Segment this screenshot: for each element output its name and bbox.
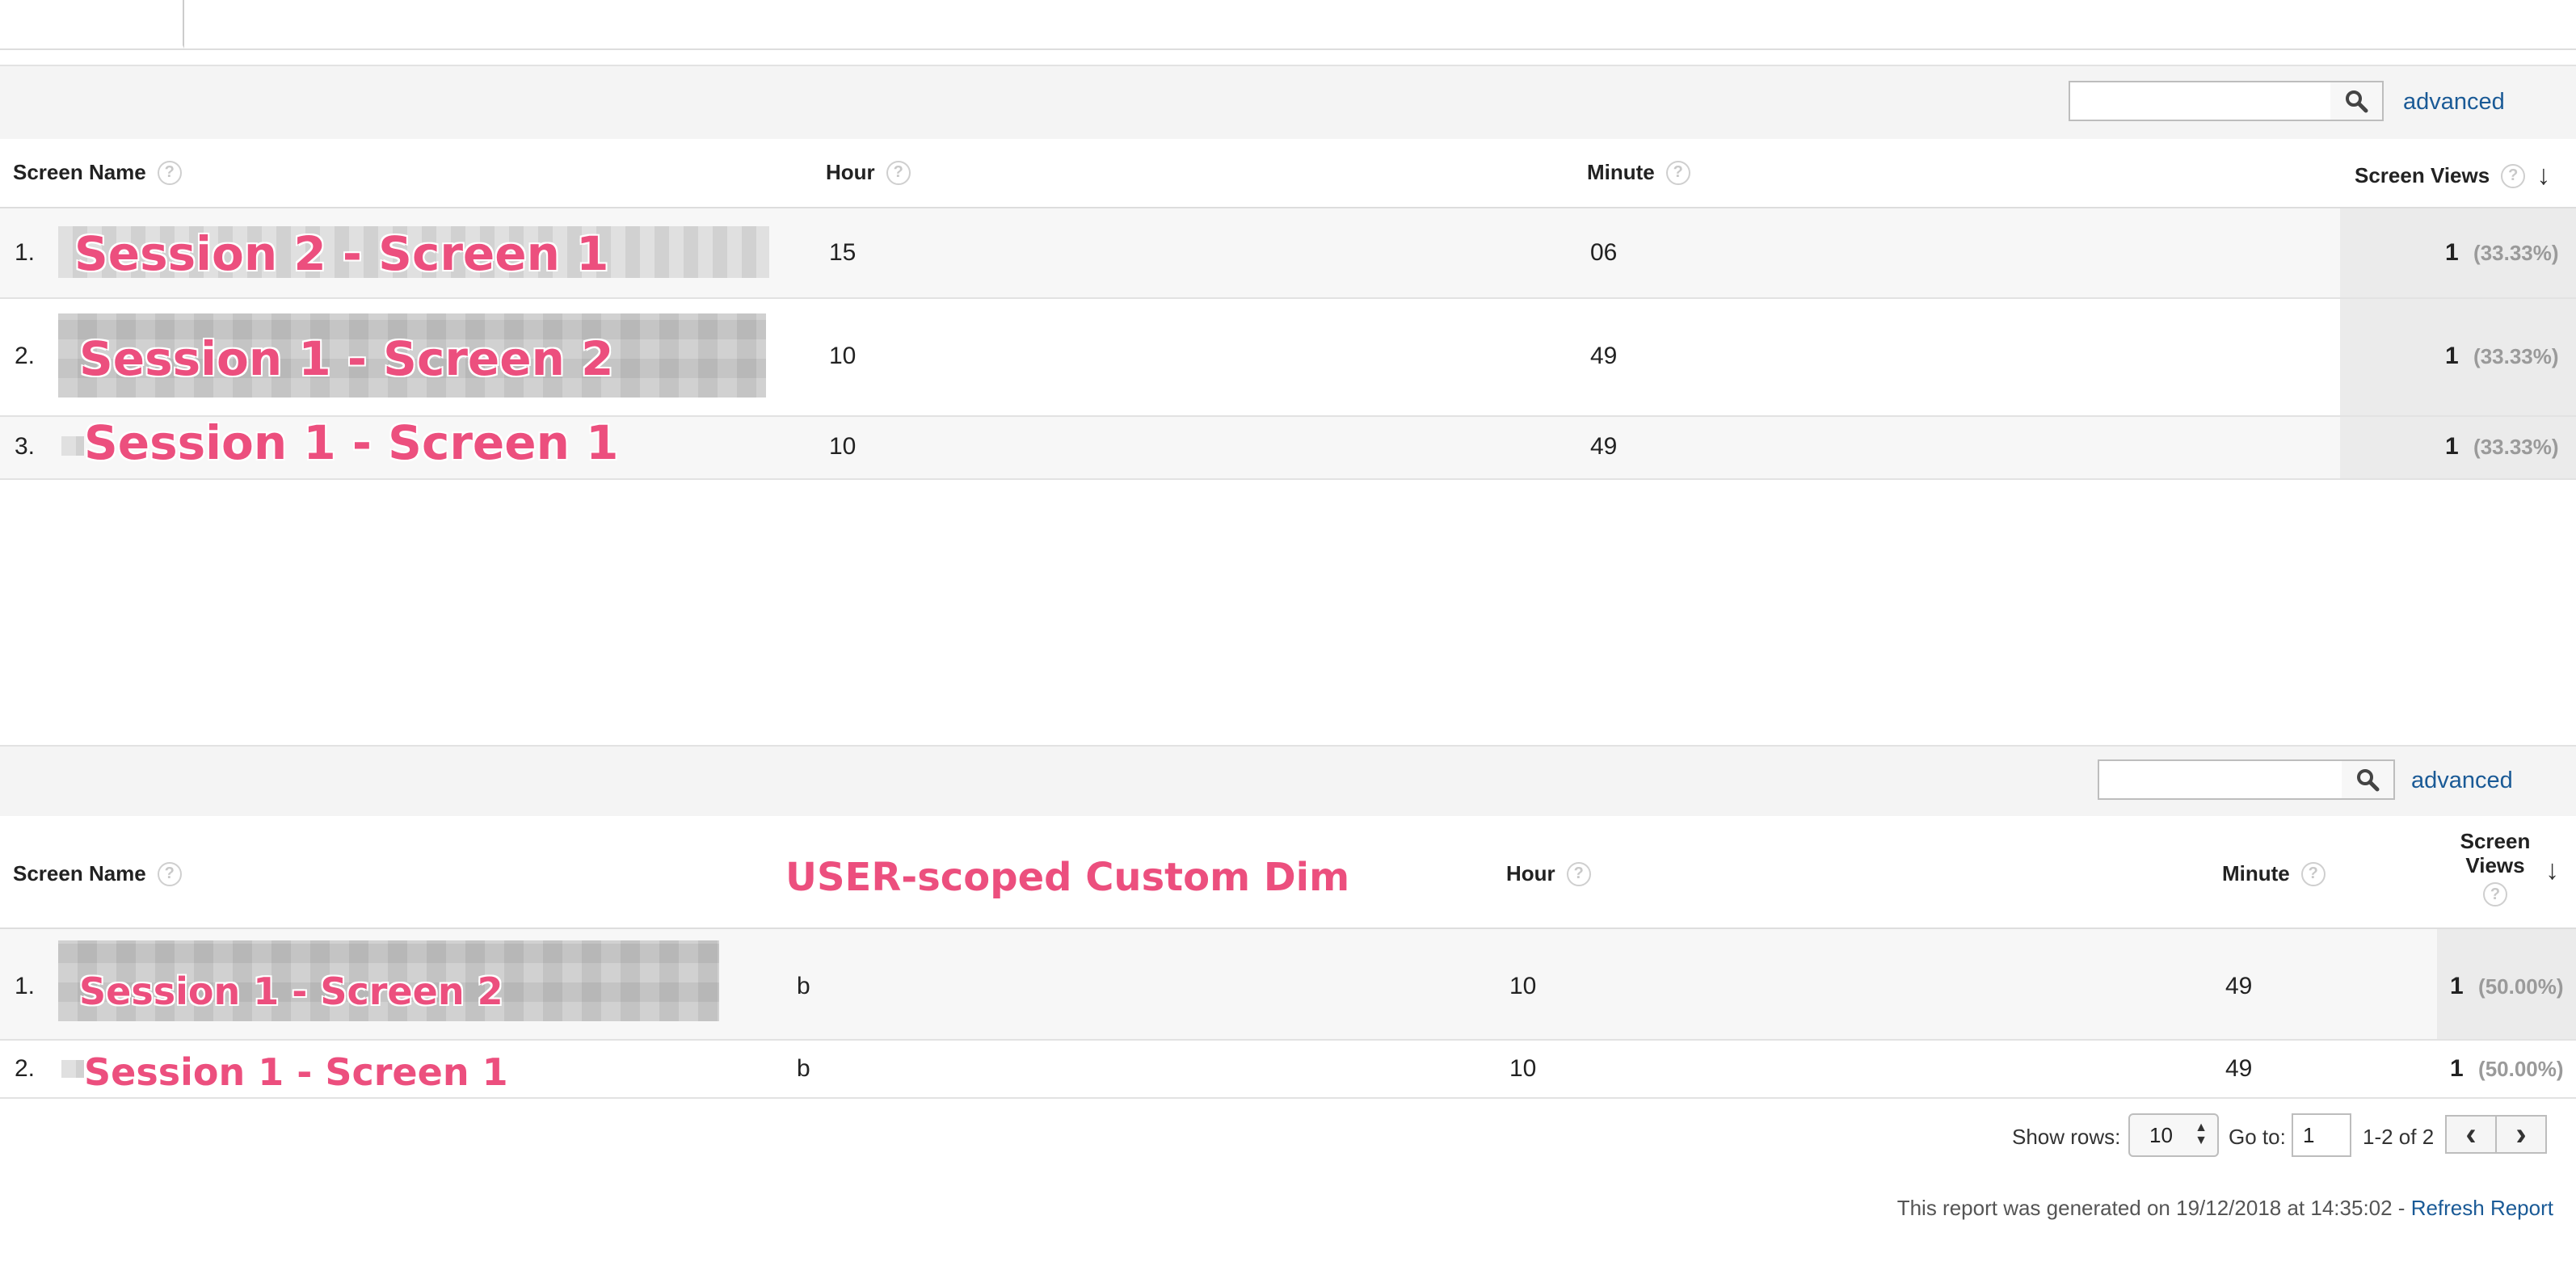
custom-dim-value: b bbox=[797, 973, 810, 999]
screen-views-value: 1 (33.33%) bbox=[2445, 239, 2559, 267]
table2-col-minute[interactable]: Minute ? bbox=[2222, 861, 2326, 886]
annotation-label: Session 1 - Screen 1 bbox=[83, 1050, 509, 1095]
minute-value: 49 bbox=[1590, 433, 1618, 460]
hour-value: 10 bbox=[829, 433, 857, 460]
col-label: Minute bbox=[2222, 861, 2290, 885]
screen-views-value: 1 (50.00%) bbox=[2450, 1055, 2564, 1083]
hour-value: 10 bbox=[829, 343, 857, 369]
views-percent: (33.33%) bbox=[2473, 241, 2559, 265]
help-icon[interactable]: ? bbox=[1665, 160, 1690, 185]
minute-value: 49 bbox=[2225, 973, 2253, 999]
help-icon[interactable]: ? bbox=[157, 861, 182, 886]
table1-advanced-link[interactable]: advanced bbox=[2403, 89, 2505, 116]
row-index: 3. bbox=[15, 433, 36, 460]
minute-value: 49 bbox=[2225, 1055, 2253, 1082]
custom-dim-value: b bbox=[797, 1055, 810, 1082]
arrow-down-icon[interactable]: ↓ bbox=[2536, 160, 2550, 191]
hour-value: 15 bbox=[829, 239, 857, 266]
report-generated-footer: This report was generated on 19/12/2018 … bbox=[1897, 1196, 2553, 1221]
refresh-report-link[interactable]: Refresh Report bbox=[2411, 1196, 2553, 1220]
table2-advanced-link[interactable]: advanced bbox=[2411, 768, 2513, 794]
views-count: 1 bbox=[2450, 973, 2464, 999]
col-label: Screen Views bbox=[2355, 163, 2490, 187]
table2-search-button[interactable] bbox=[2342, 759, 2395, 800]
row-index: 2. bbox=[15, 343, 36, 369]
prev-page-button[interactable]: ‹ bbox=[2445, 1115, 2497, 1154]
views-percent: (33.33%) bbox=[2473, 344, 2559, 368]
views-percent: (50.00%) bbox=[2478, 1057, 2564, 1081]
help-icon[interactable]: ? bbox=[157, 160, 182, 185]
annotation-label: Session 1 - Screen 2 bbox=[78, 330, 614, 387]
views-count: 1 bbox=[2445, 239, 2459, 266]
screen-views-value: 1 (33.33%) bbox=[2445, 433, 2559, 461]
search-icon bbox=[2357, 769, 2380, 792]
minute-value: 49 bbox=[1590, 343, 1618, 369]
page-range: 1-2 of 2 bbox=[2363, 1125, 2435, 1149]
help-icon[interactable]: ? bbox=[2300, 861, 2326, 886]
table2-col-screen-views[interactable]: Screen Views ? bbox=[2450, 829, 2540, 907]
screen-views-value: 1 (33.33%) bbox=[2445, 343, 2559, 370]
top-tab[interactable] bbox=[0, 0, 184, 48]
search-icon bbox=[2346, 90, 2368, 113]
chevron-left-icon: ‹ bbox=[2465, 1117, 2477, 1152]
chevron-right-icon: › bbox=[2515, 1117, 2527, 1152]
custom-dim-annotation: USER-scoped Custom Dim bbox=[785, 854, 1350, 901]
annotation-label: Session 1 - Screen 1 bbox=[83, 414, 619, 471]
help-icon[interactable]: ? bbox=[886, 160, 911, 185]
table2-col-hour[interactable]: Hour ? bbox=[1506, 861, 1591, 886]
table1-col-screen-name[interactable]: Screen Name ? bbox=[13, 160, 182, 185]
table1-col-minute[interactable]: Minute ? bbox=[1587, 160, 1690, 185]
col-label: Screen Name bbox=[13, 861, 146, 885]
table2-col-screen-name[interactable]: Screen Name ? bbox=[13, 861, 182, 886]
help-icon[interactable]: ? bbox=[2483, 882, 2507, 907]
redacted-screen-name[interactable] bbox=[61, 1060, 84, 1078]
help-icon[interactable]: ? bbox=[2501, 163, 2526, 188]
views-count: 1 bbox=[2445, 343, 2459, 369]
annotation-label: Session 1 - Screen 2 bbox=[78, 969, 504, 1014]
row-index: 2. bbox=[15, 1055, 36, 1082]
views-percent: (50.00%) bbox=[2478, 974, 2564, 999]
top-strip bbox=[0, 0, 2576, 50]
annotation-label: Session 2 - Screen 1 bbox=[74, 225, 609, 282]
go-to-label: Go to: bbox=[2229, 1125, 2286, 1149]
col-label: Minute bbox=[1587, 160, 1655, 184]
views-count: 1 bbox=[2450, 1055, 2464, 1082]
table2-search-input[interactable] bbox=[2098, 759, 2343, 800]
row-index: 1. bbox=[15, 239, 36, 266]
table1-search-input[interactable] bbox=[2069, 81, 2332, 121]
show-rows-select[interactable]: 10 ▲ ▼ bbox=[2128, 1113, 2219, 1157]
screen-views-value: 1 (50.00%) bbox=[2450, 973, 2564, 1000]
table1-col-hour[interactable]: Hour ? bbox=[826, 160, 911, 185]
col-label: Screen Name bbox=[13, 160, 146, 184]
redacted-screen-name[interactable] bbox=[61, 436, 84, 456]
help-icon[interactable]: ? bbox=[1566, 861, 1591, 886]
table1-col-screen-views[interactable]: Screen Views ? ↓ bbox=[2355, 160, 2550, 191]
select-arrows-icon: ▲ ▼ bbox=[2195, 1121, 2208, 1147]
hour-value: 10 bbox=[1509, 973, 1537, 999]
next-page-button[interactable]: › bbox=[2495, 1115, 2547, 1154]
row-index: 1. bbox=[15, 973, 36, 999]
show-rows-value: 10 bbox=[2149, 1122, 2173, 1147]
table1-search-button[interactable] bbox=[2330, 81, 2384, 121]
arrow-down-icon[interactable]: ↓ bbox=[2545, 855, 2559, 886]
col-label: Hour bbox=[1506, 861, 1555, 885]
col-label: Screen Views bbox=[2460, 829, 2531, 877]
show-rows-label: Show rows: bbox=[2012, 1125, 2121, 1149]
generated-text: This report was generated on 19/12/2018 … bbox=[1896, 1196, 2411, 1220]
minute-value: 06 bbox=[1590, 239, 1618, 266]
views-count: 1 bbox=[2445, 433, 2459, 460]
col-label: Hour bbox=[826, 160, 875, 184]
hour-value: 10 bbox=[1509, 1055, 1537, 1082]
go-to-input[interactable]: 1 bbox=[2292, 1113, 2351, 1157]
views-percent: (33.33%) bbox=[2473, 435, 2559, 459]
table1-header bbox=[0, 139, 2576, 208]
